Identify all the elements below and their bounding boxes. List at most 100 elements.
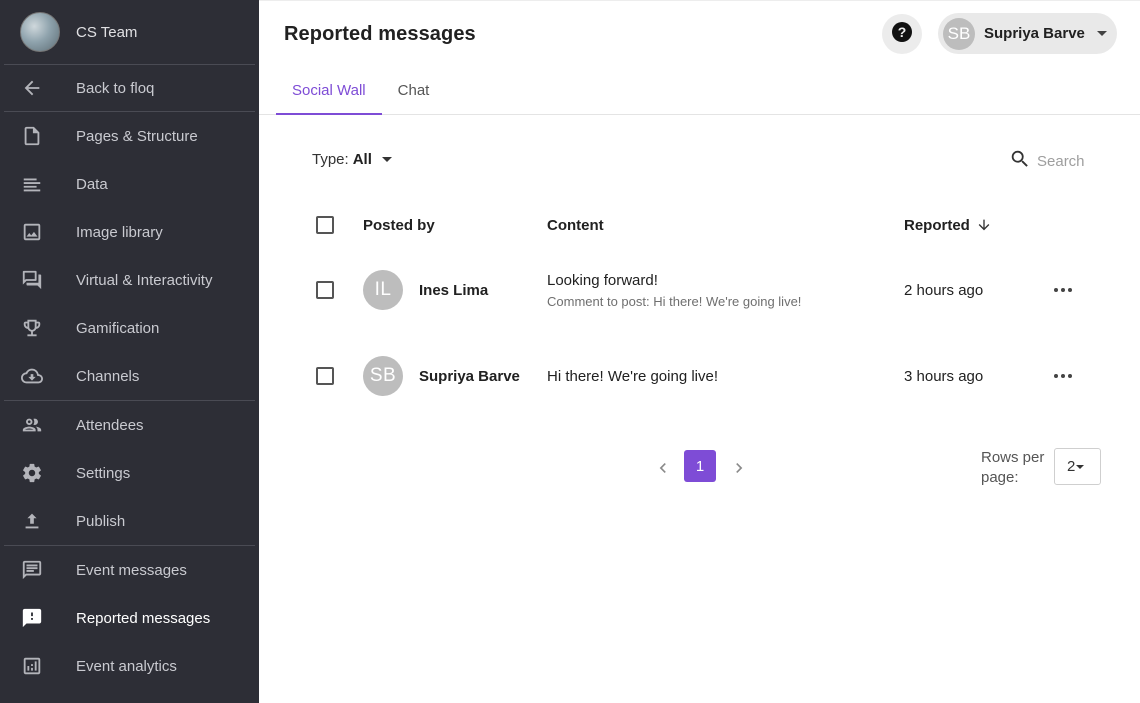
analytics-icon: [20, 654, 44, 678]
sidebar-item-reported-messages[interactable]: Reported messages: [0, 594, 259, 642]
sidebar-item-label: Reported messages: [76, 609, 211, 627]
sidebar-item-image-library[interactable]: Image library: [0, 208, 259, 256]
sidebar-item-label: Event analytics: [76, 657, 177, 675]
sidebar: CS Team Back to floq Pages & Structure D…: [0, 0, 259, 703]
top-bar: Reported messages ? SB Supriya Barve: [259, 1, 1140, 67]
team-header[interactable]: CS Team: [0, 0, 259, 64]
list-lines-icon: [20, 172, 44, 196]
column-header-content[interactable]: Content: [547, 217, 604, 234]
content-cell: Hi there! We're going live!: [547, 368, 718, 385]
page-button-current[interactable]: 1: [684, 450, 716, 482]
search-icon: [1009, 148, 1031, 175]
sidebar-item-pages-structure[interactable]: Pages & Structure: [0, 112, 259, 160]
arrow-back-icon: [20, 76, 44, 100]
table-header-row: Posted by Content Reported: [308, 203, 1108, 247]
tab-chat[interactable]: Chat: [382, 67, 446, 114]
more-horizontal-icon: [1054, 288, 1072, 292]
sidebar-item-label: Virtual & Interactivity: [76, 271, 213, 289]
reported-time: 3 hours ago: [904, 368, 983, 385]
arrow-down-icon: [970, 217, 992, 233]
sidebar-item-label: Event messages: [76, 561, 187, 579]
more-actions-button[interactable]: [1054, 288, 1072, 292]
poster-name: Supriya Barve: [419, 367, 520, 385]
more-horizontal-icon: [1054, 374, 1072, 378]
message-icon: [20, 558, 44, 582]
sidebar-item-attendees[interactable]: Attendees: [0, 401, 259, 449]
next-page-button[interactable]: [729, 458, 749, 483]
prev-page-button[interactable]: [653, 458, 673, 483]
more-actions-button[interactable]: [1054, 374, 1072, 378]
help-button[interactable]: ?: [882, 14, 922, 54]
cloud-download-icon: [20, 364, 44, 388]
sidebar-item-settings[interactable]: Settings: [0, 449, 259, 497]
sidebar-item-label: Pages & Structure: [76, 127, 198, 145]
back-to-floq-link[interactable]: Back to floq: [0, 65, 259, 111]
sidebar-item-event-messages[interactable]: Event messages: [0, 546, 259, 594]
sidebar-item-label: Data: [76, 175, 108, 193]
team-name: CS Team: [76, 23, 138, 41]
search-input[interactable]: [1037, 153, 1117, 170]
select-all-checkbox[interactable]: [316, 216, 334, 234]
chevron-right-icon: [736, 463, 743, 473]
page-icon: [20, 124, 44, 148]
sidebar-item-gamification[interactable]: Gamification: [0, 304, 259, 352]
sidebar-item-label: Publish: [76, 512, 126, 530]
pagination: 1 Rows per page: 2: [259, 448, 1140, 488]
table-row[interactable]: SB Supriya Barve Hi there! We're going l…: [308, 333, 1108, 419]
sidebar-item-publish[interactable]: Publish: [0, 497, 259, 545]
column-header-posted-by[interactable]: Posted by: [363, 217, 435, 234]
sidebar-item-label: Settings: [76, 464, 131, 482]
avatar: IL: [363, 270, 403, 310]
avatar: SB: [943, 17, 975, 50]
page-title: Reported messages: [284, 22, 476, 45]
rows-per-page-select[interactable]: 2: [1054, 448, 1101, 485]
people-icon: [20, 413, 44, 437]
sidebar-item-label: Image library: [76, 223, 163, 241]
type-filter-value: All: [352, 151, 372, 168]
poster-name: Ines Lima: [419, 281, 489, 299]
search-box: [1009, 148, 1117, 175]
posted-by-cell: IL Ines Lima: [363, 270, 488, 310]
chat-bubbles-icon: [20, 268, 44, 292]
content-cell: Looking forward! Comment to post: Hi the…: [547, 272, 801, 309]
user-name: Supriya Barve: [984, 25, 1085, 42]
reported-time-text: 2 hours ago: [904, 281, 984, 299]
chevron-left-icon: [659, 463, 666, 473]
posted-by-cell: SB Supriya Barve: [363, 356, 520, 396]
row-checkbox[interactable]: [316, 367, 334, 385]
back-label: Back to floq: [76, 79, 155, 97]
caret-down-icon: [1076, 464, 1085, 469]
filter-row: Type: All: [259, 115, 1140, 203]
tab-bar: Social Wall Chat: [259, 67, 1140, 115]
reported-time: 2 hours ago: [904, 282, 983, 299]
message-text: Hi there! We're going live!: [547, 367, 718, 385]
message-context: Comment to post: Hi there! We're going l…: [547, 293, 802, 309]
sidebar-item-channels[interactable]: Channels: [0, 352, 259, 400]
gear-icon: [20, 461, 44, 485]
sidebar-item-label: Gamification: [76, 319, 160, 337]
type-filter-dropdown[interactable]: Type: All: [312, 151, 392, 168]
tab-social-wall[interactable]: Social Wall: [276, 67, 382, 115]
user-menu-button[interactable]: SB Supriya Barve: [938, 13, 1117, 54]
sidebar-item-data[interactable]: Data: [0, 160, 259, 208]
sidebar-item-label: Channels: [76, 367, 140, 385]
chevron-down-icon: [1096, 31, 1107, 36]
reported-time-text: 3 hours ago: [904, 367, 984, 385]
sidebar-item-virtual-interactivity[interactable]: Virtual & Interactivity: [0, 256, 259, 304]
upload-icon: [20, 509, 44, 533]
column-header-reported[interactable]: Reported: [904, 217, 992, 234]
sidebar-item-event-analytics[interactable]: Event analytics: [0, 642, 259, 690]
caret-down-icon: [381, 157, 392, 162]
team-logo: [20, 12, 60, 52]
avatar: SB: [363, 356, 403, 396]
row-checkbox[interactable]: [316, 281, 334, 299]
table-row[interactable]: IL Ines Lima Looking forward! Comment to…: [308, 247, 1108, 333]
main-content: Reported messages ? SB Supriya Barve Soc…: [259, 0, 1140, 703]
trophy-icon: [20, 316, 44, 340]
svg-text:?: ?: [898, 24, 907, 40]
image-icon: [20, 220, 44, 244]
message-text: Looking forward!: [547, 271, 658, 289]
rows-per-page-label: Rows per page:: [981, 449, 1045, 486]
sidebar-item-label: Attendees: [76, 416, 144, 434]
report-message-icon: [20, 606, 44, 630]
